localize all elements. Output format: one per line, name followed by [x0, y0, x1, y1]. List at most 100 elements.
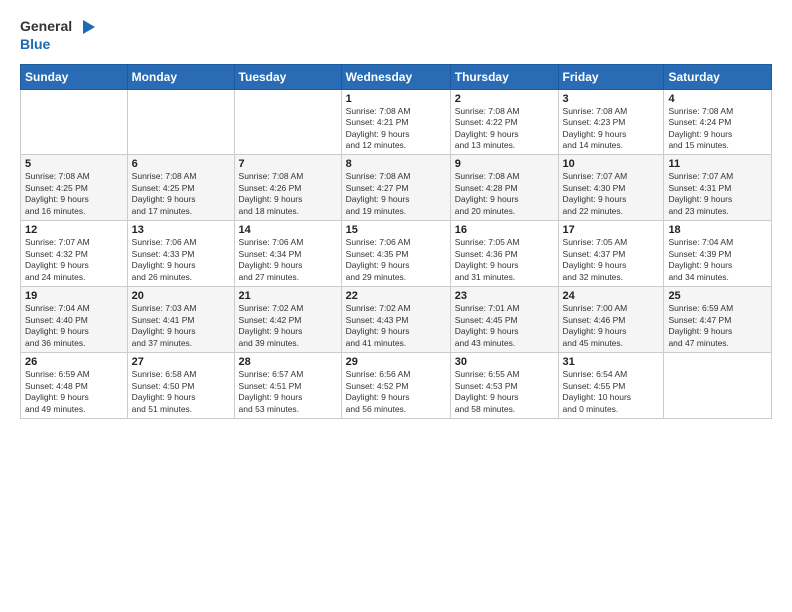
- day-number: 24: [563, 290, 660, 302]
- calendar-cell: 29Sunrise: 6:56 AM Sunset: 4:52 PM Dayli…: [341, 353, 450, 419]
- calendar-cell: 1Sunrise: 7:08 AM Sunset: 4:21 PM Daylig…: [341, 89, 450, 155]
- calendar-week-row: 19Sunrise: 7:04 AM Sunset: 4:40 PM Dayli…: [21, 287, 772, 353]
- calendar-cell: 8Sunrise: 7:08 AM Sunset: 4:27 PM Daylig…: [341, 155, 450, 221]
- calendar-cell: 2Sunrise: 7:08 AM Sunset: 4:22 PM Daylig…: [450, 89, 558, 155]
- calendar-cell: 31Sunrise: 6:54 AM Sunset: 4:55 PM Dayli…: [558, 353, 664, 419]
- day-info: Sunrise: 6:58 AM Sunset: 4:50 PM Dayligh…: [132, 369, 230, 415]
- calendar-cell: 22Sunrise: 7:02 AM Sunset: 4:43 PM Dayli…: [341, 287, 450, 353]
- day-info: Sunrise: 7:08 AM Sunset: 4:28 PM Dayligh…: [455, 171, 554, 217]
- calendar-cell: 17Sunrise: 7:05 AM Sunset: 4:37 PM Dayli…: [558, 221, 664, 287]
- calendar-cell: [664, 353, 772, 419]
- calendar-cell: 25Sunrise: 6:59 AM Sunset: 4:47 PM Dayli…: [664, 287, 772, 353]
- calendar-cell: 15Sunrise: 7:06 AM Sunset: 4:35 PM Dayli…: [341, 221, 450, 287]
- day-number: 20: [132, 290, 230, 302]
- day-number: 8: [346, 158, 446, 170]
- weekday-header-row: SundayMondayTuesdayWednesdayThursdayFrid…: [21, 64, 772, 89]
- calendar-cell: 19Sunrise: 7:04 AM Sunset: 4:40 PM Dayli…: [21, 287, 128, 353]
- day-info: Sunrise: 6:57 AM Sunset: 4:51 PM Dayligh…: [239, 369, 337, 415]
- weekday-header: Friday: [558, 64, 664, 89]
- day-number: 21: [239, 290, 337, 302]
- calendar-cell: 5Sunrise: 7:08 AM Sunset: 4:25 PM Daylig…: [21, 155, 128, 221]
- day-info: Sunrise: 7:08 AM Sunset: 4:22 PM Dayligh…: [455, 106, 554, 152]
- day-number: 25: [668, 290, 767, 302]
- calendar-cell: 11Sunrise: 7:07 AM Sunset: 4:31 PM Dayli…: [664, 155, 772, 221]
- day-info: Sunrise: 7:00 AM Sunset: 4:46 PM Dayligh…: [563, 303, 660, 349]
- calendar-cell: 24Sunrise: 7:00 AM Sunset: 4:46 PM Dayli…: [558, 287, 664, 353]
- weekday-header: Thursday: [450, 64, 558, 89]
- day-info: Sunrise: 7:08 AM Sunset: 4:21 PM Dayligh…: [346, 106, 446, 152]
- day-number: 10: [563, 158, 660, 170]
- day-number: 27: [132, 356, 230, 368]
- day-info: Sunrise: 7:07 AM Sunset: 4:31 PM Dayligh…: [668, 171, 767, 217]
- day-number: 15: [346, 224, 446, 236]
- day-info: Sunrise: 7:01 AM Sunset: 4:45 PM Dayligh…: [455, 303, 554, 349]
- day-info: Sunrise: 7:08 AM Sunset: 4:23 PM Dayligh…: [563, 106, 660, 152]
- day-number: 16: [455, 224, 554, 236]
- day-info: Sunrise: 6:56 AM Sunset: 4:52 PM Dayligh…: [346, 369, 446, 415]
- day-number: 18: [668, 224, 767, 236]
- day-number: 30: [455, 356, 554, 368]
- calendar-cell: 14Sunrise: 7:06 AM Sunset: 4:34 PM Dayli…: [234, 221, 341, 287]
- day-number: 17: [563, 224, 660, 236]
- day-number: 19: [25, 290, 123, 302]
- day-number: 2: [455, 93, 554, 105]
- day-info: Sunrise: 7:05 AM Sunset: 4:37 PM Dayligh…: [563, 237, 660, 283]
- calendar-table: SundayMondayTuesdayWednesdayThursdayFrid…: [20, 64, 772, 419]
- page: General Blue SundayMondayTuesdayWednesda…: [0, 0, 792, 612]
- calendar-cell: 9Sunrise: 7:08 AM Sunset: 4:28 PM Daylig…: [450, 155, 558, 221]
- day-number: 12: [25, 224, 123, 236]
- day-info: Sunrise: 7:04 AM Sunset: 4:40 PM Dayligh…: [25, 303, 123, 349]
- calendar-cell: 21Sunrise: 7:02 AM Sunset: 4:42 PM Dayli…: [234, 287, 341, 353]
- day-info: Sunrise: 7:08 AM Sunset: 4:24 PM Dayligh…: [668, 106, 767, 152]
- calendar-cell: 30Sunrise: 6:55 AM Sunset: 4:53 PM Dayli…: [450, 353, 558, 419]
- logo: General Blue: [20, 18, 97, 54]
- day-info: Sunrise: 6:59 AM Sunset: 4:48 PM Dayligh…: [25, 369, 123, 415]
- calendar-cell: 23Sunrise: 7:01 AM Sunset: 4:45 PM Dayli…: [450, 287, 558, 353]
- calendar-week-row: 1Sunrise: 7:08 AM Sunset: 4:21 PM Daylig…: [21, 89, 772, 155]
- logo-chevron-icon: [79, 18, 97, 36]
- calendar-cell: 16Sunrise: 7:05 AM Sunset: 4:36 PM Dayli…: [450, 221, 558, 287]
- calendar-cell: [234, 89, 341, 155]
- calendar-cell: 3Sunrise: 7:08 AM Sunset: 4:23 PM Daylig…: [558, 89, 664, 155]
- weekday-header: Monday: [127, 64, 234, 89]
- weekday-header: Sunday: [21, 64, 128, 89]
- calendar-week-row: 26Sunrise: 6:59 AM Sunset: 4:48 PM Dayli…: [21, 353, 772, 419]
- calendar-cell: 27Sunrise: 6:58 AM Sunset: 4:50 PM Dayli…: [127, 353, 234, 419]
- day-info: Sunrise: 7:08 AM Sunset: 4:25 PM Dayligh…: [132, 171, 230, 217]
- day-info: Sunrise: 7:04 AM Sunset: 4:39 PM Dayligh…: [668, 237, 767, 283]
- weekday-header: Tuesday: [234, 64, 341, 89]
- logo-text: General Blue: [20, 18, 97, 54]
- calendar-cell: 6Sunrise: 7:08 AM Sunset: 4:25 PM Daylig…: [127, 155, 234, 221]
- day-info: Sunrise: 6:59 AM Sunset: 4:47 PM Dayligh…: [668, 303, 767, 349]
- day-info: Sunrise: 7:03 AM Sunset: 4:41 PM Dayligh…: [132, 303, 230, 349]
- day-number: 6: [132, 158, 230, 170]
- calendar-cell: 18Sunrise: 7:04 AM Sunset: 4:39 PM Dayli…: [664, 221, 772, 287]
- calendar-cell: 13Sunrise: 7:06 AM Sunset: 4:33 PM Dayli…: [127, 221, 234, 287]
- day-number: 11: [668, 158, 767, 170]
- day-info: Sunrise: 7:02 AM Sunset: 4:42 PM Dayligh…: [239, 303, 337, 349]
- calendar-cell: [21, 89, 128, 155]
- day-number: 5: [25, 158, 123, 170]
- calendar-cell: 10Sunrise: 7:07 AM Sunset: 4:30 PM Dayli…: [558, 155, 664, 221]
- day-info: Sunrise: 6:54 AM Sunset: 4:55 PM Dayligh…: [563, 369, 660, 415]
- day-info: Sunrise: 7:05 AM Sunset: 4:36 PM Dayligh…: [455, 237, 554, 283]
- day-number: 22: [346, 290, 446, 302]
- day-info: Sunrise: 7:06 AM Sunset: 4:35 PM Dayligh…: [346, 237, 446, 283]
- day-number: 1: [346, 93, 446, 105]
- calendar-cell: 12Sunrise: 7:07 AM Sunset: 4:32 PM Dayli…: [21, 221, 128, 287]
- calendar-cell: 7Sunrise: 7:08 AM Sunset: 4:26 PM Daylig…: [234, 155, 341, 221]
- day-number: 9: [455, 158, 554, 170]
- day-number: 26: [25, 356, 123, 368]
- day-number: 23: [455, 290, 554, 302]
- day-number: 14: [239, 224, 337, 236]
- logo-blue: Blue: [20, 36, 50, 52]
- calendar-cell: 28Sunrise: 6:57 AM Sunset: 4:51 PM Dayli…: [234, 353, 341, 419]
- day-info: Sunrise: 7:08 AM Sunset: 4:26 PM Dayligh…: [239, 171, 337, 217]
- calendar-week-row: 12Sunrise: 7:07 AM Sunset: 4:32 PM Dayli…: [21, 221, 772, 287]
- day-info: Sunrise: 7:06 AM Sunset: 4:33 PM Dayligh…: [132, 237, 230, 283]
- calendar-cell: 20Sunrise: 7:03 AM Sunset: 4:41 PM Dayli…: [127, 287, 234, 353]
- calendar-week-row: 5 Sunrise: 7:08 AM Sunset: 4:25 PM Daylig…: [21, 155, 772, 221]
- day-number: 4: [668, 93, 767, 105]
- day-number: 3: [563, 93, 660, 105]
- day-info: Sunrise: 7:06 AM Sunset: 4:34 PM Dayligh…: [239, 237, 337, 283]
